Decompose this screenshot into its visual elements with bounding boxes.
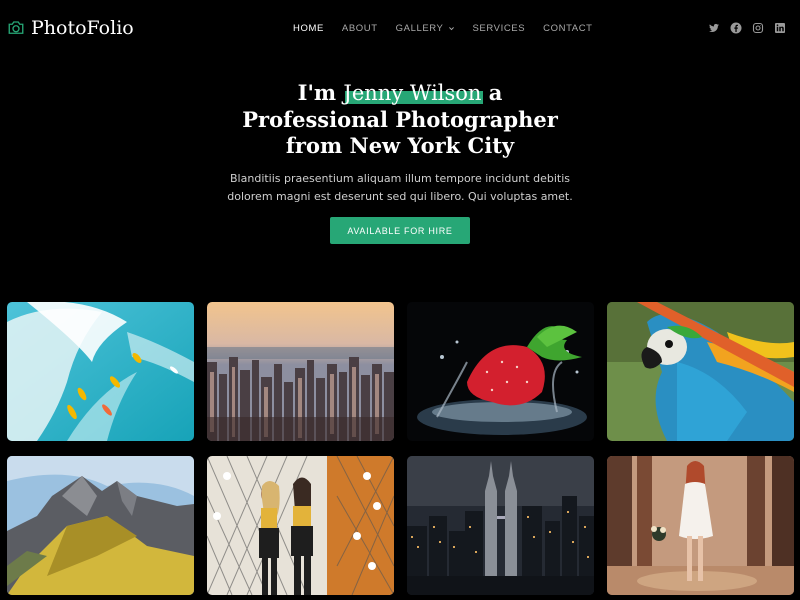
gallery-item-city-night[interactable]	[407, 456, 594, 595]
nav-gallery[interactable]: GALLERY	[396, 23, 455, 34]
available-for-hire-button[interactable]: AVAILABLE FOR HIRE	[330, 217, 470, 244]
hero-title: I'm Jenny Wilson a Professional Photogra…	[0, 80, 800, 160]
hero-description-line2: dolorem magni est deserunt sed qui liber…	[227, 189, 573, 203]
linkedin-icon[interactable]	[774, 22, 786, 34]
strawberry-splash-photo	[407, 302, 594, 441]
two-women-posing-photo	[207, 456, 394, 595]
hero-section: I'm Jenny Wilson a Professional Photogra…	[0, 80, 800, 244]
gallery-item-surfers[interactable]	[7, 302, 194, 441]
twitter-icon[interactable]	[708, 22, 720, 34]
hero-description: Blanditiis praesentium aliquam illum tem…	[0, 170, 800, 206]
surfers-photo	[7, 302, 194, 441]
gallery-item-macaw[interactable]	[607, 302, 794, 441]
hero-title-suffix: a	[488, 80, 503, 105]
city-skyline-photo	[207, 302, 394, 441]
gallery-item-city-skyline[interactable]	[207, 302, 394, 441]
nav-home[interactable]: HOME	[293, 23, 324, 34]
brand-name: PhotoFolio	[31, 17, 134, 39]
hero-name-highlight: Jenny Wilson	[343, 80, 484, 107]
instagram-icon[interactable]	[752, 22, 764, 34]
chevron-down-icon	[448, 27, 454, 31]
hero-title-line2: Professional Photographer	[242, 106, 558, 132]
nav-gallery-label: GALLERY	[395, 23, 444, 34]
hero-description-line1: Blanditiis praesentium aliquam illum tem…	[230, 171, 570, 185]
gallery-item-women-posing[interactable]	[207, 456, 394, 595]
facebook-icon[interactable]	[730, 22, 742, 34]
brand-logo[interactable]: PhotoFolio	[7, 17, 134, 39]
woman-in-forest-photo	[607, 456, 794, 595]
gallery-item-strawberry[interactable]	[407, 302, 594, 441]
city-towers-at-night-photo	[407, 456, 594, 595]
nav-about[interactable]: ABOUT	[342, 23, 378, 34]
macaw-parrot-photo	[607, 302, 794, 441]
nav-services[interactable]: SERVICES	[473, 23, 526, 34]
gallery-item-woman-forest[interactable]	[607, 456, 794, 595]
main-nav: HOME ABOUT GALLERY SERVICES CONTACT	[293, 23, 593, 34]
nav-contact[interactable]: CONTACT	[543, 23, 592, 34]
gallery-item-mountains[interactable]	[7, 456, 194, 595]
hero-title-line3: from New York City	[285, 133, 515, 158]
site-header: PhotoFolio HOME ABOUT GALLERY SERVICES C…	[0, 0, 800, 58]
social-links	[708, 22, 786, 34]
hero-name: Jenny Wilson	[343, 81, 482, 105]
hero-title-prefix: I'm	[297, 80, 337, 105]
hero-title-line1: I'm Jenny Wilson a	[0, 80, 800, 107]
camera-icon	[8, 21, 24, 34]
mountain-peaks-photo	[7, 456, 194, 595]
